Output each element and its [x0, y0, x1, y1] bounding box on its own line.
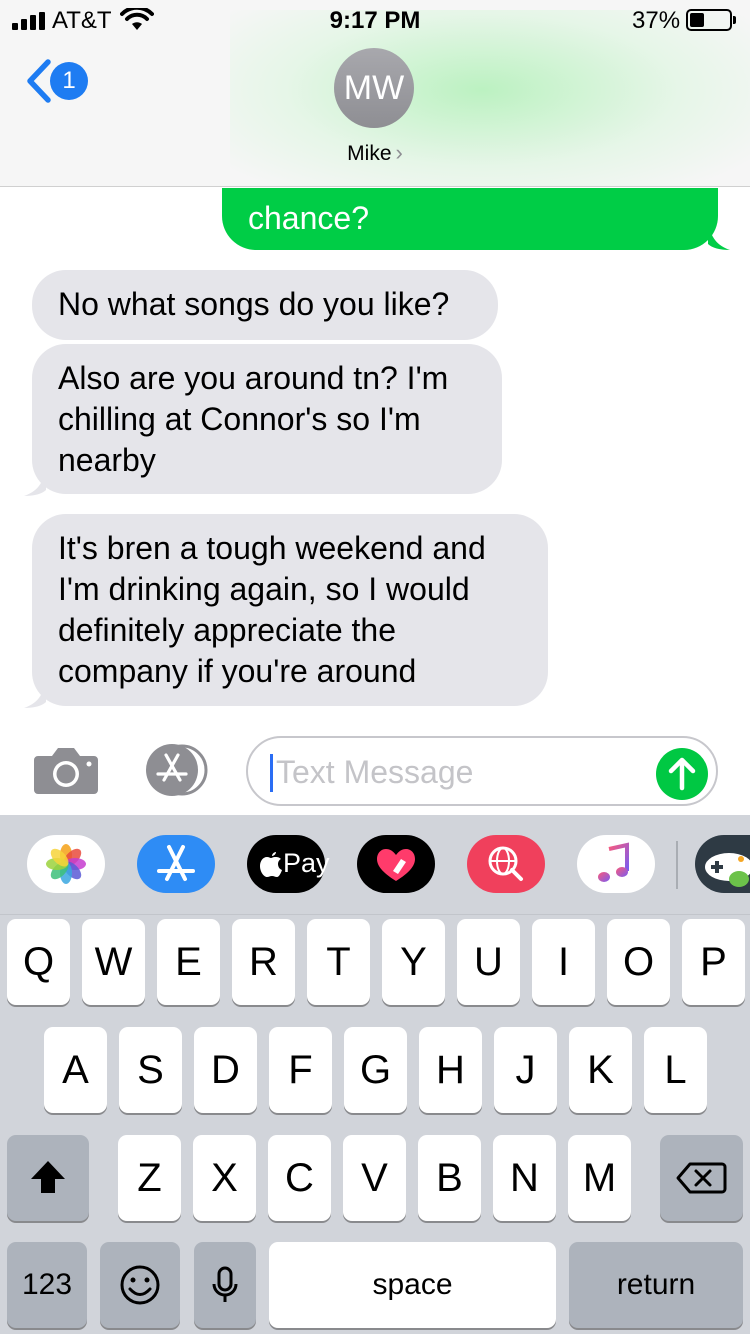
key-p[interactable]: P	[682, 919, 745, 1005]
key-i[interactable]: I	[532, 919, 595, 1005]
arrow-up-icon	[668, 757, 696, 791]
send-button[interactable]	[656, 748, 708, 800]
key-k[interactable]: K	[569, 1027, 632, 1113]
key-v[interactable]: V	[343, 1135, 406, 1221]
images-search-icon[interactable]	[467, 835, 545, 893]
music-note-icon	[598, 842, 629, 882]
digital-touch-icon[interactable]	[357, 835, 435, 893]
numbers-key[interactable]: 123	[7, 1242, 87, 1328]
app-store-glyph	[157, 845, 195, 881]
message-line: company if you're around	[58, 653, 417, 689]
backspace-icon	[676, 1162, 727, 1194]
message-input[interactable]: Text Message	[246, 736, 718, 806]
camera-button[interactable]	[34, 744, 98, 794]
message-line: I'm drinking again, so I would	[58, 571, 470, 607]
key-j[interactable]: J	[494, 1027, 557, 1113]
message-line: definitely appreciate the	[58, 612, 396, 648]
key-r[interactable]: R	[232, 919, 295, 1005]
dictation-key[interactable]	[194, 1242, 256, 1328]
key-f[interactable]: F	[269, 1027, 332, 1113]
key-u[interactable]: U	[457, 919, 520, 1005]
message-placeholder: Text Message	[276, 754, 474, 790]
drawer-divider	[676, 841, 678, 889]
key-s[interactable]: S	[119, 1027, 182, 1113]
key-c[interactable]: C	[268, 1135, 331, 1221]
battery-tip	[733, 16, 736, 24]
app-store-button[interactable]	[140, 744, 212, 796]
apple-pay-icon[interactable]: Pay	[247, 835, 330, 893]
microphone-icon	[212, 1266, 238, 1302]
message-list[interactable]: chance? No what songs do you like? Also …	[0, 188, 750, 728]
key-g[interactable]: G	[344, 1027, 407, 1113]
bubble-tail	[24, 466, 46, 496]
key-e[interactable]: E	[157, 919, 220, 1005]
contact-name-button[interactable]: Mike ›	[0, 140, 750, 166]
unread-badge[interactable]: 1	[50, 62, 88, 100]
message-bubble-received[interactable]: It's bren a tough weekend and I'm drinki…	[32, 514, 548, 706]
key-q[interactable]: Q	[7, 919, 70, 1005]
return-key[interactable]: return	[569, 1242, 743, 1328]
chevron-right-icon: ›	[395, 140, 403, 165]
emoji-key[interactable]	[100, 1242, 180, 1328]
photos-icon[interactable]	[27, 835, 105, 893]
text-cursor	[270, 754, 273, 792]
delete-key[interactable]	[660, 1135, 743, 1221]
message-line: Also are you around tn? I'm	[58, 360, 449, 396]
key-h[interactable]: H	[419, 1027, 482, 1113]
emoji-icon	[120, 1265, 160, 1305]
key-x[interactable]: X	[193, 1135, 256, 1221]
key-b[interactable]: B	[418, 1135, 481, 1221]
music-icon[interactable]	[577, 835, 655, 893]
battery-percent: 37%	[632, 7, 681, 34]
key-n[interactable]: N	[493, 1135, 556, 1221]
key-d[interactable]: D	[194, 1027, 257, 1113]
game-app-icon[interactable]	[695, 835, 750, 893]
apple-pay-label: Pay	[283, 848, 330, 878]
contact-avatar[interactable]: MW	[334, 48, 414, 128]
status-bar: AT&T 9:17 PM 37%	[0, 0, 750, 40]
app-drawer[interactable]: Pay	[0, 815, 750, 915]
key-w[interactable]: W	[82, 919, 145, 1005]
shift-arrow-icon	[31, 1161, 65, 1193]
key-t[interactable]: T	[307, 919, 370, 1005]
key-y[interactable]: Y	[382, 919, 445, 1005]
photos-flower	[46, 844, 86, 884]
globe-search-icon	[488, 846, 523, 881]
bubble-tail	[708, 220, 730, 250]
message-text: No what songs do you like?	[58, 286, 450, 322]
shift-key[interactable]	[7, 1135, 89, 1221]
message-line: It's bren a tough weekend and	[58, 530, 486, 566]
key-z[interactable]: Z	[118, 1135, 181, 1221]
contact-name: Mike	[347, 142, 392, 165]
message-bubble-sent[interactable]: chance?	[222, 188, 718, 250]
key-a[interactable]: A	[44, 1027, 107, 1113]
app-store-icon[interactable]	[137, 835, 215, 893]
message-text: chance?	[248, 200, 369, 236]
key-m[interactable]: M	[568, 1135, 631, 1221]
message-bubble-received[interactable]: Also are you around tn? I'm chilling at …	[32, 344, 502, 494]
space-key[interactable]: space	[269, 1242, 556, 1328]
battery-fill	[690, 13, 705, 27]
game-controller-icon	[705, 853, 750, 887]
heart-icon	[377, 849, 415, 881]
message-line: nearby	[58, 442, 156, 478]
bubble-tail	[24, 678, 46, 708]
message-bubble-received[interactable]: No what songs do you like?	[32, 270, 498, 340]
key-o[interactable]: O	[607, 919, 670, 1005]
keyboard-area: Pay Q W E R T Y U I O P A S D F G H J K …	[0, 815, 750, 1334]
message-line: chilling at Connor's so I'm	[58, 401, 421, 437]
battery-icon	[686, 9, 732, 31]
key-l[interactable]: L	[644, 1027, 707, 1113]
